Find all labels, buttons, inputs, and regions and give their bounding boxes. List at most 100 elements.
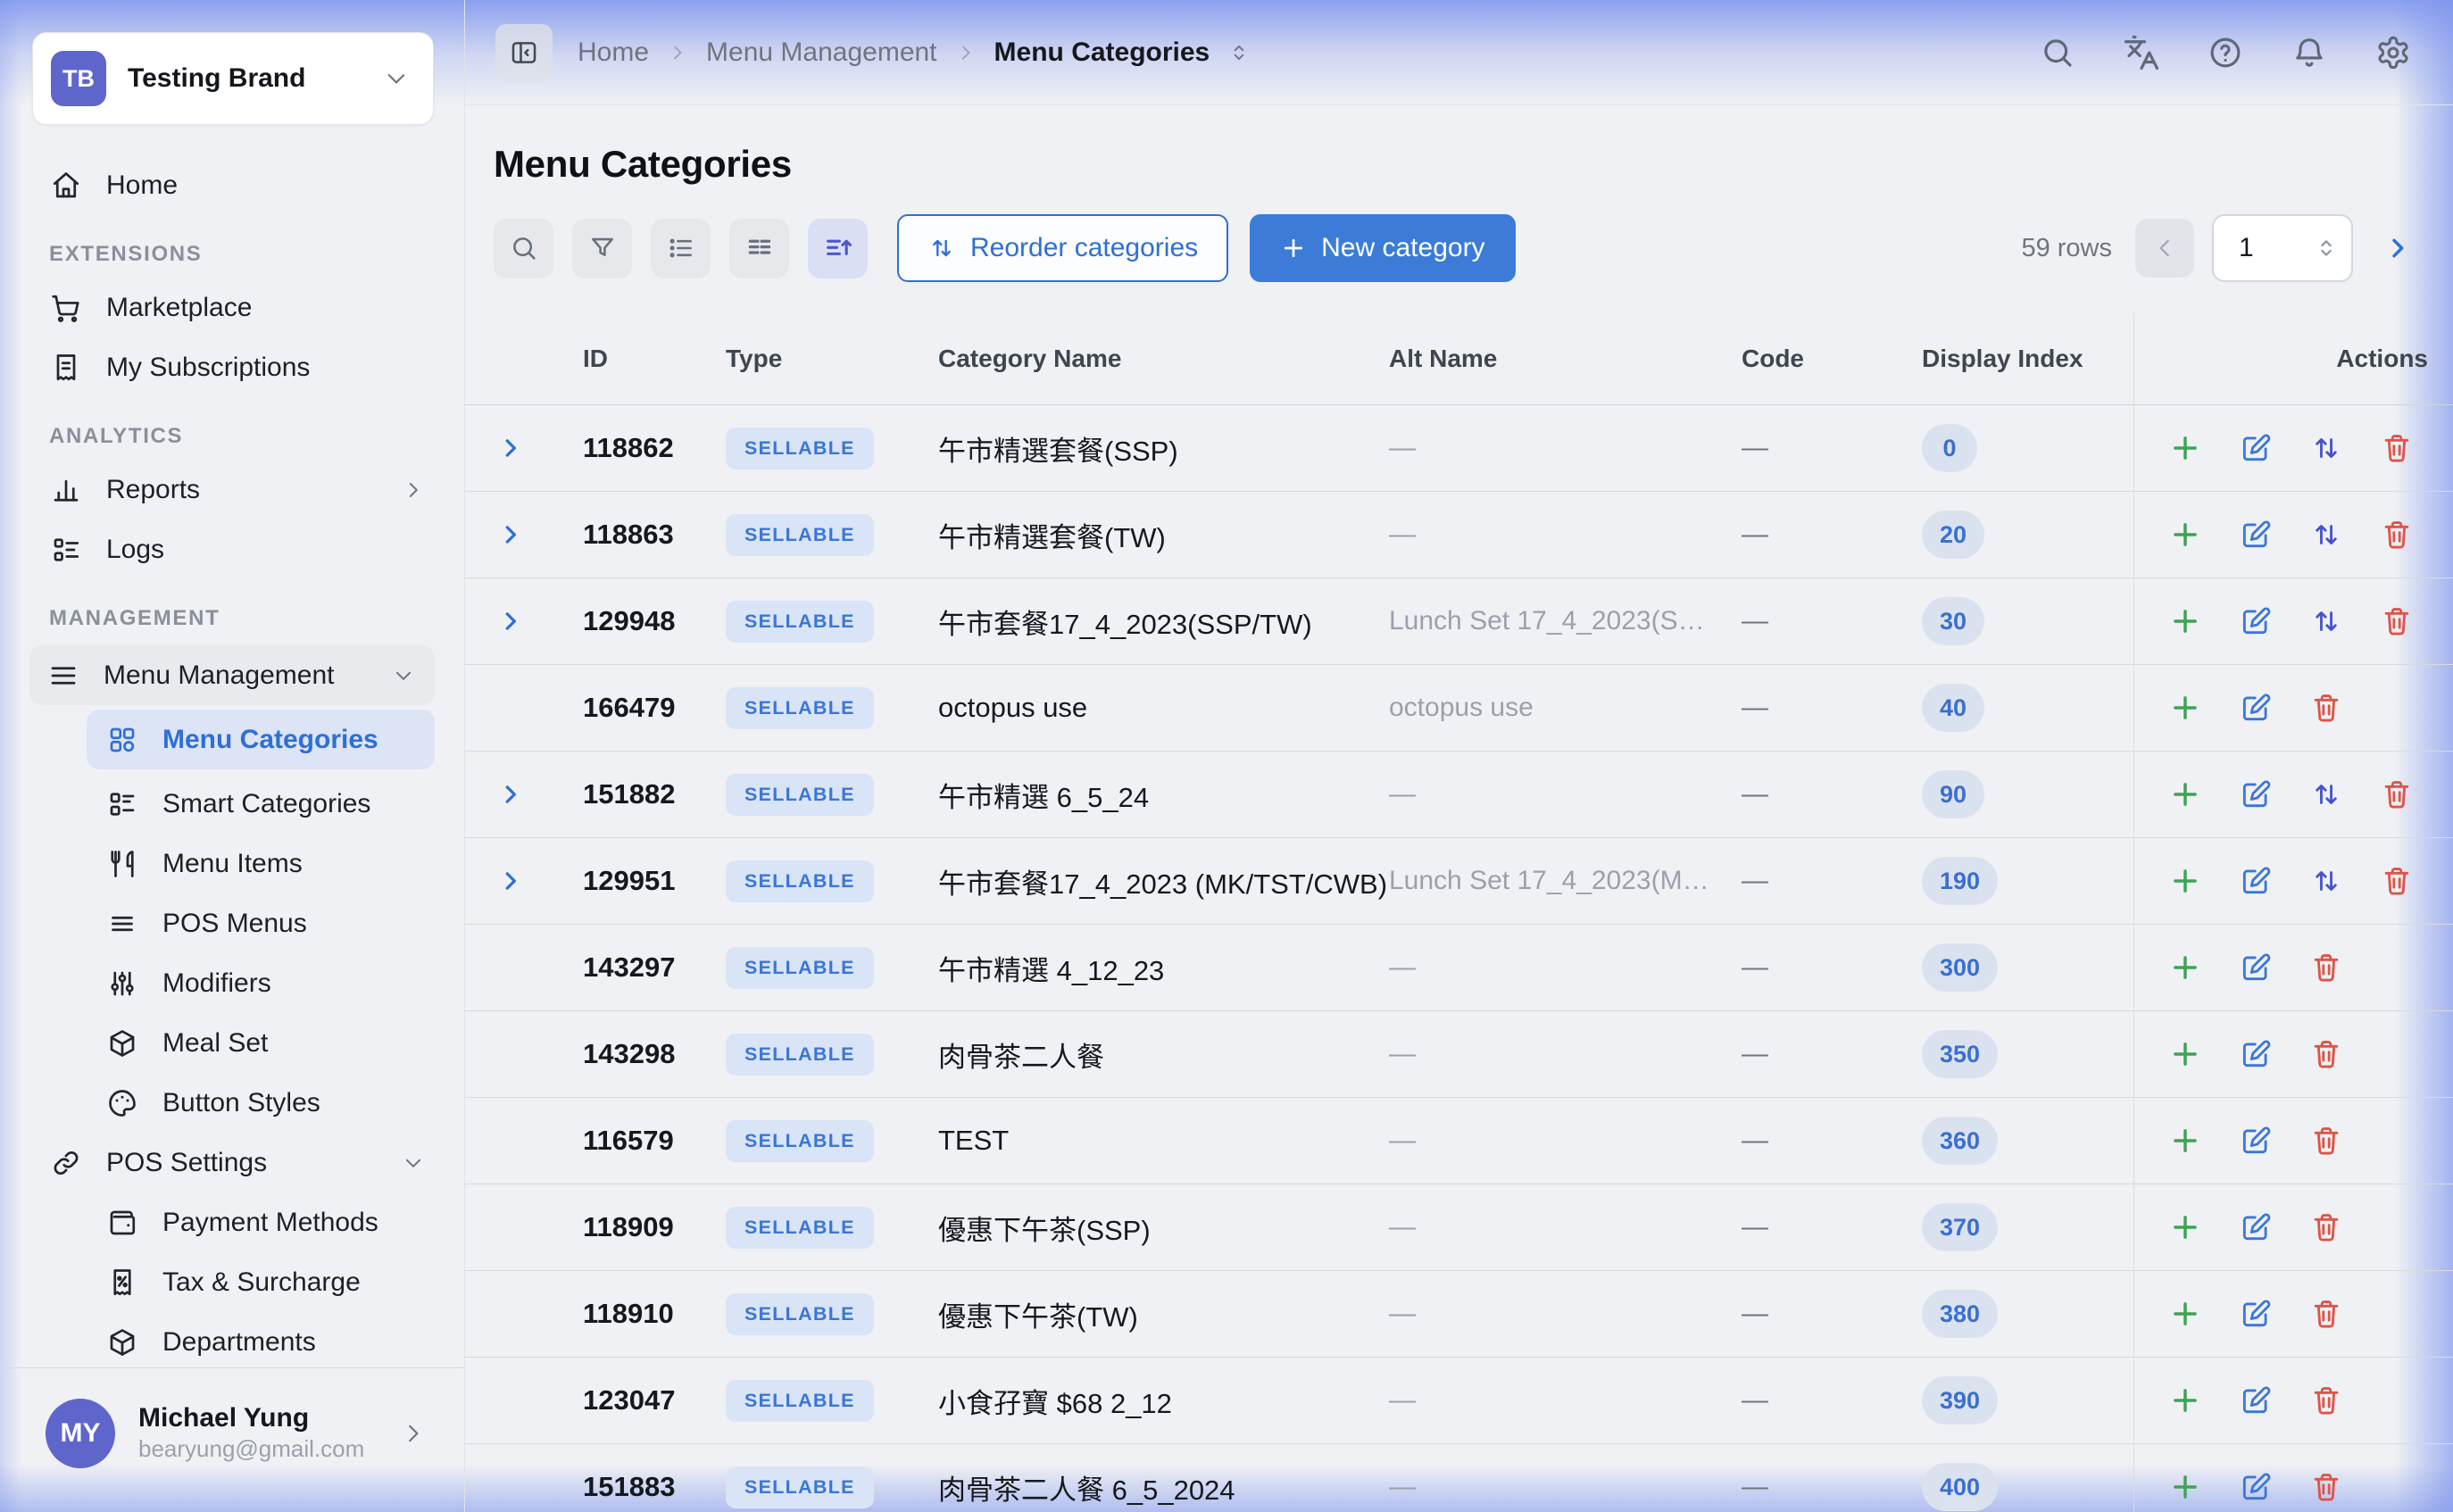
add-button[interactable] [2168,949,2202,986]
code-value: — [1742,925,1768,1010]
sidebar-item-payment-methods[interactable]: Payment Methods [0,1192,464,1252]
user-menu[interactable]: MY Michael Yung bearyung@gmail.com [0,1367,464,1512]
search-button[interactable] [494,219,553,278]
delete-button[interactable] [2380,429,2414,467]
add-button[interactable] [2168,516,2202,553]
expand-row-button[interactable] [497,492,524,577]
delete-button[interactable] [2309,1035,2343,1073]
sidebar-item-departments[interactable]: Departments [0,1312,464,1367]
delete-button[interactable] [2309,1209,2343,1246]
add-button[interactable] [2168,776,2202,813]
edit-button[interactable] [2239,1035,2273,1073]
breadcrumb-menu-management[interactable]: Menu Management [706,37,937,68]
breadcrumb-home[interactable]: Home [578,37,649,68]
delete-button[interactable] [2309,1122,2343,1159]
list-button[interactable] [651,219,711,278]
edit-button[interactable] [2239,1209,2273,1246]
sidebar-item-smart-categories[interactable]: Smart Categories [0,774,464,834]
columns-button[interactable] [729,219,789,278]
reorder-button[interactable] [2309,429,2343,467]
sidebar-item-button-styles[interactable]: Button Styles [0,1073,464,1133]
display-index-pill: 360 [1922,1117,1998,1165]
sort-ascending-button[interactable] [808,219,868,278]
sidebar-item-menu-items[interactable]: Menu Items [0,834,464,893]
edit-button[interactable] [2239,429,2273,467]
delete-button[interactable] [2309,1468,2343,1506]
chevron-down-icon [383,65,410,92]
sidebar-item-menu-management[interactable]: Menu Management [29,645,435,705]
edit-button[interactable] [2239,689,2273,727]
delete-button[interactable] [2309,1382,2343,1419]
reorder-button[interactable] [2309,862,2343,900]
reorder-categories-button[interactable]: Reorder categories [897,214,1228,282]
sidebar-item-modifiers[interactable]: Modifiers [0,953,464,1013]
sidebar-nav: HomeEXTENSIONSMarketplaceMy Subscription… [0,150,464,1367]
sidebar-item-pos-settings[interactable]: POS Settings [0,1133,464,1192]
reorder-button[interactable] [2309,516,2343,553]
search-icon[interactable] [2039,34,2076,71]
expand-row-button[interactable] [497,405,524,491]
sidebar-item-marketplace[interactable]: Marketplace [0,278,464,337]
chevron-down-icon [402,1151,425,1175]
sidebar-item-home[interactable]: Home [0,155,464,215]
sidebar-item-my-subscriptions[interactable]: My Subscriptions [0,337,464,397]
type-badge: SELLABLE [726,687,874,729]
new-category-button[interactable]: New category [1250,214,1515,282]
collapse-sidebar-button[interactable] [495,24,553,81]
delete-button[interactable] [2309,689,2343,727]
add-button[interactable] [2168,1035,2202,1073]
chevrons-up-down-icon[interactable] [1227,41,1251,64]
category-id: 118862 [583,405,674,491]
add-button[interactable] [2168,1295,2202,1333]
sidebar-item-menu-categories[interactable]: Menu Categories [87,710,435,769]
add-button[interactable] [2168,862,2202,900]
delete-button[interactable] [2309,949,2343,986]
edit-button[interactable] [2239,602,2273,640]
category-id: 143297 [583,925,675,1010]
column-header-actions: Actions [2336,312,2428,404]
previous-page-button[interactable] [2135,219,2194,278]
add-button[interactable] [2168,1122,2202,1159]
gear-icon[interactable] [2374,34,2412,71]
delete-button[interactable] [2380,602,2414,640]
edit-button[interactable] [2239,949,2273,986]
help-icon[interactable] [2207,34,2244,71]
expand-row-button[interactable] [497,838,524,924]
add-button[interactable] [2168,1382,2202,1419]
delete-button[interactable] [2380,862,2414,900]
edit-button[interactable] [2239,1122,2273,1159]
add-button[interactable] [2168,1209,2202,1246]
expand-row-button[interactable] [497,578,524,664]
expand-row-button[interactable] [497,752,524,837]
column-header-code: Code [1742,312,1804,404]
edit-button[interactable] [2239,1382,2273,1419]
page-number-input[interactable] [2214,232,2294,264]
next-page-button[interactable] [2383,234,2412,262]
edit-button[interactable] [2239,862,2273,900]
add-button[interactable] [2168,429,2202,467]
rows-count: 59 rows [2021,234,2112,263]
reorder-button[interactable] [2309,776,2343,813]
delete-button[interactable] [2380,776,2414,813]
languages-icon[interactable] [2123,34,2160,71]
add-button[interactable] [2168,689,2202,727]
add-button[interactable] [2168,602,2202,640]
sidebar-item-logs[interactable]: Logs [0,519,464,579]
filter-button[interactable] [572,219,632,278]
delete-button[interactable] [2380,516,2414,553]
bell-icon[interactable] [2291,34,2328,71]
sidebar-item-pos-menus[interactable]: POS Menus [0,893,464,953]
sidebar-item-reports[interactable]: Reports [0,460,464,519]
sidebar-item-meal-set[interactable]: Meal Set [0,1013,464,1073]
edit-button[interactable] [2239,1468,2273,1506]
add-button[interactable] [2168,1468,2202,1506]
brand-selector[interactable]: TB Testing Brand [32,32,434,125]
edit-button[interactable] [2239,516,2273,553]
page-stepper[interactable] [2314,236,2339,261]
reorder-button[interactable] [2309,602,2343,640]
breadcrumb-bar: Home Menu Management Menu Categories [465,0,2453,105]
edit-button[interactable] [2239,1295,2273,1333]
delete-button[interactable] [2309,1295,2343,1333]
edit-button[interactable] [2239,776,2273,813]
sidebar-item-tax-surcharge[interactable]: Tax & Surcharge [0,1252,464,1312]
